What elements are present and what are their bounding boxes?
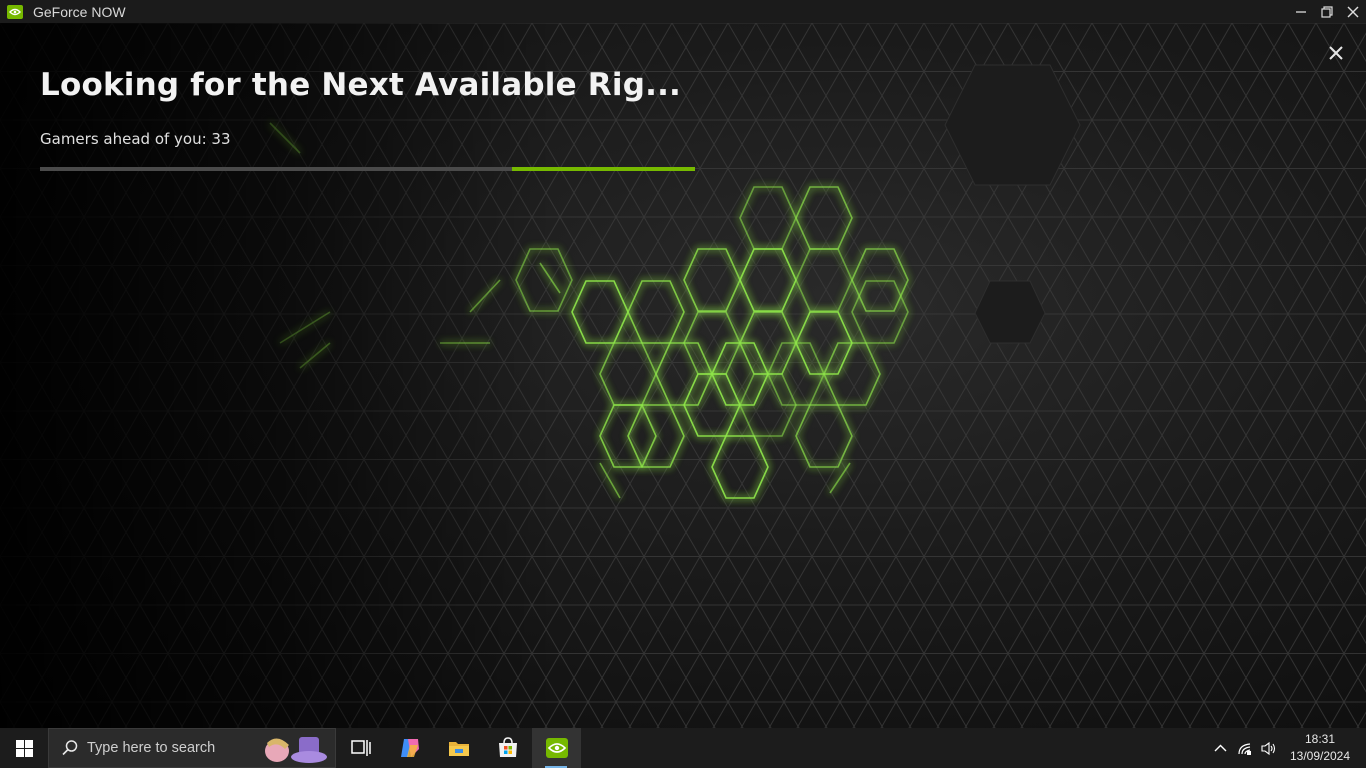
start-button[interactable] <box>0 728 48 768</box>
minimize-button[interactable] <box>1288 0 1314 23</box>
geforce-now-icon <box>545 738 568 758</box>
window-title: GeForce NOW <box>33 3 126 20</box>
queue-progress-bar <box>40 167 695 171</box>
close-window-button[interactable] <box>1340 0 1366 23</box>
volume-button[interactable] <box>1256 728 1280 768</box>
queue-screen: Looking for the Next Available Rig... Ga… <box>0 23 1366 728</box>
task-view-icon <box>350 740 371 756</box>
show-hidden-icons-button[interactable] <box>1208 728 1232 768</box>
hexagon-background <box>0 23 1366 728</box>
taskbar-search[interactable]: Type here to search <box>48 728 336 768</box>
clock-date: 13/09/2024 <box>1289 749 1351 763</box>
search-highlight-art-icon <box>265 737 327 763</box>
microsoft-store-button[interactable] <box>483 728 532 768</box>
nvidia-logo-icon <box>7 4 23 19</box>
task-view-button[interactable] <box>336 728 385 768</box>
network-button[interactable] <box>1232 728 1256 768</box>
file-explorer-button[interactable] <box>434 728 483 768</box>
minimize-icon <box>1296 10 1306 13</box>
close-icon <box>1329 46 1343 60</box>
windows-icon <box>15 739 33 757</box>
title-bar[interactable]: GeForce NOW <box>0 0 1366 23</box>
copilot-icon <box>400 739 419 757</box>
restore-icon <box>1321 5 1333 18</box>
taskbar: Type here to search 18:31 13/09/2024 <box>0 728 1366 768</box>
volume-icon <box>1260 741 1275 755</box>
close-queue-button[interactable] <box>1324 41 1348 65</box>
copilot-button[interactable] <box>385 728 434 768</box>
network-icon <box>1237 742 1251 755</box>
system-tray: 18:31 13/09/2024 <box>1208 728 1366 768</box>
file-explorer-icon <box>448 742 469 756</box>
page-title: Looking for the Next Available Rig... <box>40 67 682 103</box>
search-placeholder: Type here to search <box>87 740 216 756</box>
microsoft-store-icon <box>498 737 517 757</box>
chevron-up-icon <box>1214 744 1226 751</box>
queue-progress-fill <box>511 167 695 171</box>
search-icon <box>61 739 79 757</box>
restore-button[interactable] <box>1314 0 1340 23</box>
close-icon <box>1347 6 1359 17</box>
queue-position: Gamers ahead of you: 33 <box>40 130 231 148</box>
taskbar-clock[interactable]: 18:31 13/09/2024 <box>1284 731 1356 765</box>
clock-time: 18:31 <box>1304 732 1336 746</box>
geforce-now-taskbar-button[interactable] <box>532 728 581 768</box>
